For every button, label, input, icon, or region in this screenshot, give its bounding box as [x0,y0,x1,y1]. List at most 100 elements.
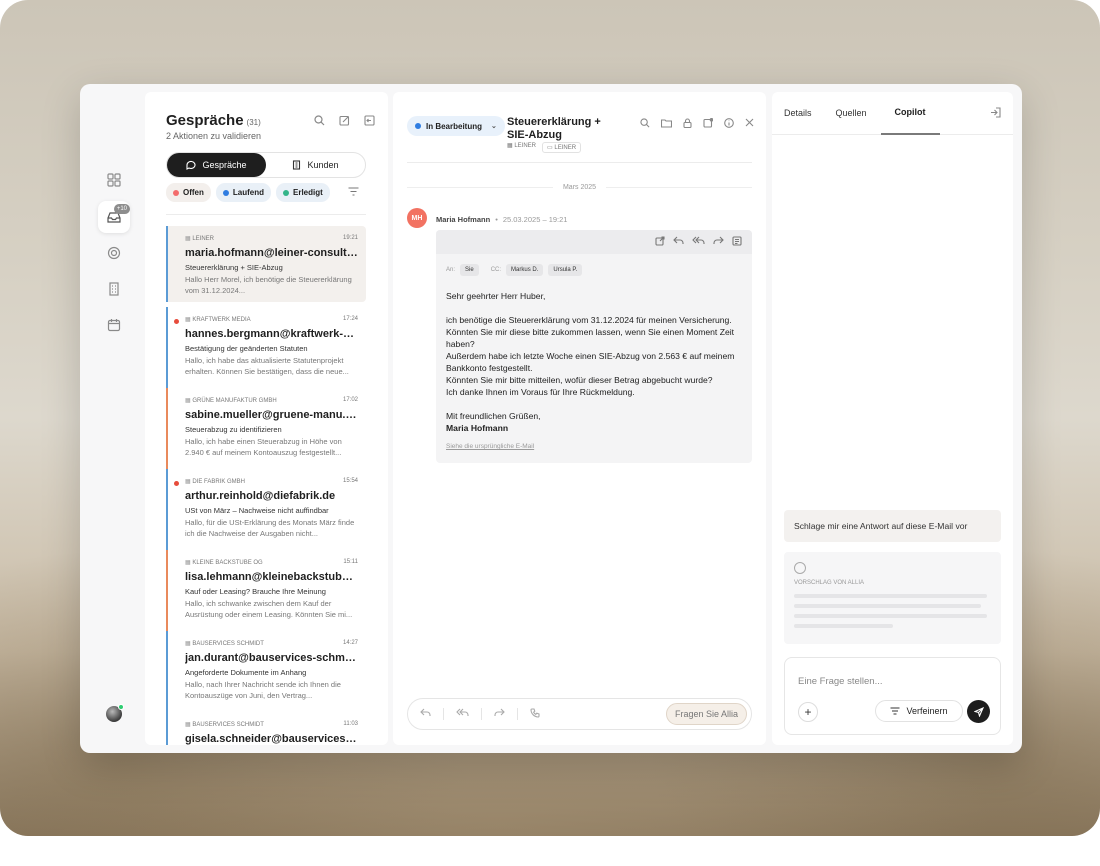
left-rail: +10 [80,84,145,753]
list-item[interactable]: KRAFTWERK MEDIA 17:24 hannes.bergmann@kra… [166,307,366,388]
segment-customers[interactable]: Kunden [266,153,365,177]
email-message: An: Sie CC: Markus D. Ursula P. Sehr gee… [436,230,752,463]
unread-dot [174,481,179,486]
close-icon[interactable] [745,118,754,131]
to-label: An: [446,267,456,273]
filter-offen-label: Offen [183,188,204,197]
item-email: lisa.lehmann@kleinebackstube.de [185,571,358,583]
unread-dot [174,319,179,324]
status-dot-blue [415,123,421,129]
inbox-icon[interactable]: +10 [98,201,130,233]
conversation-title: Steuererklärung + SIE-Abzug [507,116,601,141]
refine-button[interactable]: Verfeinern [875,700,963,722]
allia-icon[interactable] [98,237,130,269]
user-avatar[interactable] [106,704,124,722]
filter-offen[interactable]: Offen [166,183,211,202]
cc-recipient: Markus D. [506,264,544,276]
company-tag[interactable]: ▦ LEINER [507,142,536,153]
item-time: 17:02 [342,397,358,403]
copilot-input[interactable]: Eine Frage stellen... [798,676,883,687]
email-line: Könnten Sie mir bitte mitteilen, wofür d… [446,375,713,385]
list-item[interactable]: LEINER 19:21 maria.hofmann@leiner-consult… [166,226,366,302]
suggested-prompt[interactable]: Schlage mir eine Antwort auf diese E-Mai… [784,510,1001,542]
tab-sources[interactable]: Quellen [836,92,881,135]
list-item[interactable]: BAUSERVICES SCHMIDT 11:03 gisela.schneide… [166,712,366,745]
to-recipient: Sie [460,264,479,276]
chat-icon [186,160,197,170]
lock-icon[interactable] [683,118,692,131]
list-item[interactable]: BAUSERVICES SCHMIDT 14:27 jan.durant@baus… [166,631,366,712]
divider [166,214,366,215]
item-time: 19:21 [342,235,358,241]
conversation-tags: ▦ LEINER ▭ LEINER [507,142,582,153]
email-greeting: Sehr geehrter Herr Huber, [446,291,546,301]
segment-customers-label: Kunden [307,160,339,170]
chevron-down-icon: ⌄ [491,123,497,130]
segment-conversations[interactable]: Gespräche [167,153,266,177]
tab-details[interactable]: Details [784,92,836,135]
item-time: 17:24 [342,316,358,322]
folder-icon[interactable] [660,118,673,131]
search-icon[interactable] [640,118,650,131]
email-signature: Maria Hofmann [446,423,509,433]
email-toolbar [436,230,752,254]
view-switcher: Gespräche Kunden [166,152,366,178]
add-attachment-button[interactable]: + [798,702,818,722]
send-button[interactable] [967,700,990,723]
collapse-panel-icon[interactable] [990,107,1001,121]
list-title-text: Gespräche [166,112,244,129]
item-preview: Hallo, nach Ihrer Nachricht sende ich Ih… [185,680,341,700]
summary-icon[interactable] [732,235,742,249]
forward-icon[interactable] [494,708,505,720]
status-dropdown[interactable]: In Bearbeitung ⌄ [407,116,505,136]
copilot-panel: Details Quellen Copilot Schlage mir eine… [772,92,1013,745]
item-subject: USt von März – Nachweise nicht auffindba… [185,506,329,515]
collapse-icon[interactable] [363,114,376,127]
item-email: arthur.reinhold@diefabrik.de [185,490,336,502]
copilot-answer: VORSCHLAG VON ALLIA [784,552,1001,644]
list-item[interactable]: GRÜNE MANUFAKTUR GMBH 17:02 sabine.muelle… [166,388,366,469]
list-item[interactable]: KLEINE BACKSTUBE OG 15:11 lisa.lehmann@kl… [166,550,366,631]
calendar-icon[interactable] [98,309,130,341]
email-line: Außerdem habe ich letzte Woche einen SIE… [446,351,735,373]
reply-icon[interactable] [673,236,684,248]
conversation-items: LEINER 19:21 maria.hofmann@leiner-consult… [166,226,366,745]
phone-icon[interactable] [530,707,540,721]
item-preview: Hallo, für die USt-Erklärung des Monats … [185,518,355,538]
filter-icon[interactable] [348,187,359,199]
reply-all-icon[interactable] [456,708,469,720]
filter-laufend[interactable]: Laufend [215,183,271,202]
reply-icon[interactable] [420,708,431,720]
status-dot-red [173,189,179,196]
item-email: jan.durant@bauservices-schmidt.... [185,652,358,664]
info-icon[interactable] [724,118,734,131]
building-icon [293,160,301,170]
dashboard-icon[interactable] [98,164,130,196]
forward-icon[interactable] [713,236,724,248]
original-email-link[interactable]: Siehe die ursprüngliche E-Mail [446,443,534,450]
status-dot-blue [222,189,229,196]
reply-all-icon[interactable] [692,236,705,248]
date-separator: Mars 2025 [407,184,752,191]
list-item[interactable]: DIE FABRIK GMBH 15:54 arthur.reinhold@die… [166,469,366,550]
send-icon [973,706,984,717]
compose-icon[interactable] [338,114,351,127]
ask-allia-button[interactable]: Fragen Sie Allia [665,703,747,725]
open-external-icon[interactable] [655,235,665,249]
folder-tag[interactable]: ▭ LEINER [542,142,582,153]
filter-erledigt[interactable]: Erledigt [276,183,330,202]
item-subject: Steuererklärung + SIE-Abzug [185,263,283,272]
email-line: Ich danke Ihnen im Voraus für Ihre Rückm… [446,387,635,397]
tab-copilot[interactable]: Copilot [880,92,940,135]
search-icon[interactable] [313,114,326,127]
separator [517,708,518,720]
item-company: KLEINE BACKSTUBE OG [185,559,262,566]
building-icon[interactable] [98,273,130,305]
email-line: Könnten Sie mir diese bitte zukommen las… [446,327,735,349]
item-time: 11:03 [343,721,358,727]
reminder-icon[interactable] [703,117,714,131]
email-body: Sehr geehrter Herr Huber, ich benötige d… [446,290,752,434]
status-label: In Bearbeitung [426,121,483,131]
email-closing: Mit freundlichen Grüßen, [446,411,541,421]
allia-icon [794,562,806,574]
